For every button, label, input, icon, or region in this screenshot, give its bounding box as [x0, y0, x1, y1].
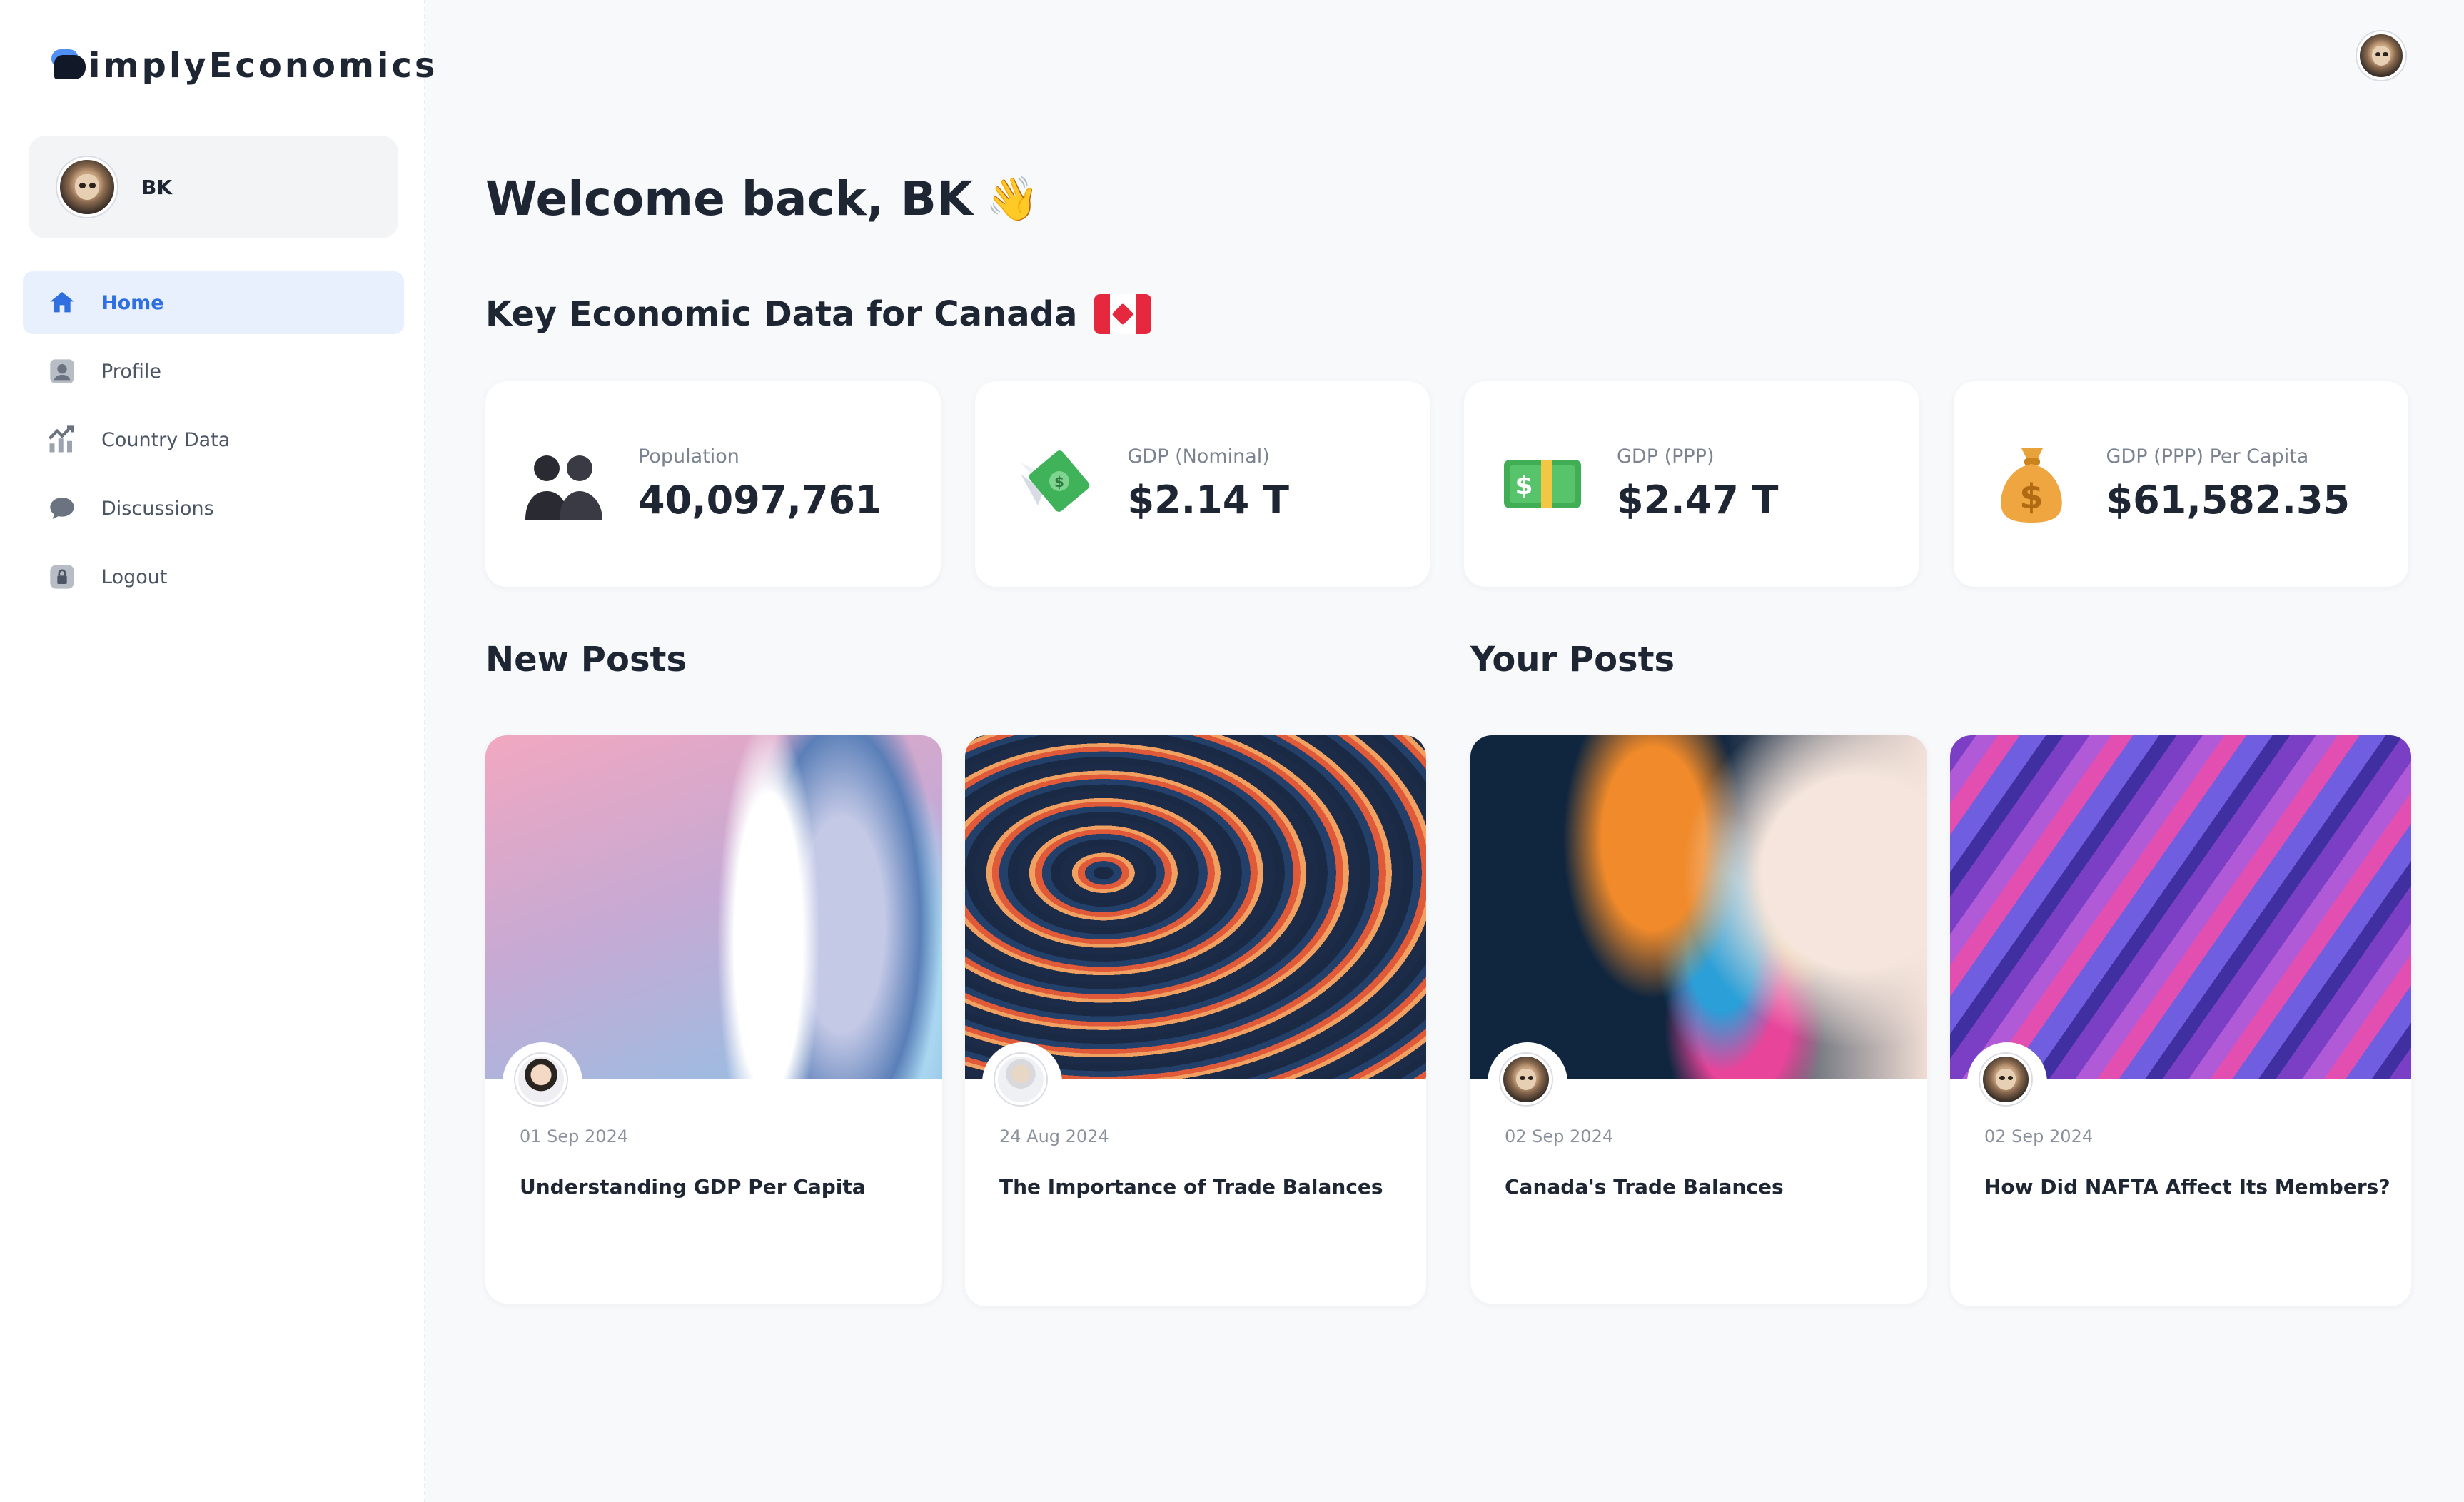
key-data-heading: Key Economic Data for Canada — [485, 294, 1152, 334]
new-posts-heading: New Posts — [485, 640, 687, 680]
sidebar-item-profile[interactable]: Profile — [23, 340, 404, 403]
welcome-text: Welcome back, BK — [485, 171, 974, 226]
post-card[interactable]: 01 Sep 2024 Understanding GDP Per Capita — [485, 735, 942, 1304]
post-cover-image — [485, 735, 942, 1079]
new-posts-list: 01 Sep 2024 Understanding GDP Per Capita… — [485, 735, 1426, 1306]
lock-icon — [47, 562, 77, 592]
your-posts-heading: Your Posts — [1470, 640, 1675, 680]
money-bag-icon: $ — [1989, 441, 2075, 527]
svg-text:$: $ — [1054, 473, 1064, 490]
author-avatar — [515, 1054, 567, 1105]
page-title: Welcome back, BK 👋 — [485, 171, 1039, 226]
post-date: 02 Sep 2024 — [1505, 1126, 1614, 1146]
post-card[interactable]: 24 Aug 2024 The Importance of Trade Bala… — [965, 735, 1426, 1306]
post-title: Understanding GDP Per Capita — [520, 1175, 866, 1199]
money-with-wings-icon: $ — [1011, 441, 1096, 527]
stat-label: GDP (PPP) — [1617, 445, 1715, 468]
post-card[interactable]: 02 Sep 2024 Canada's Trade Balances — [1470, 735, 1927, 1304]
app-logo[interactable]: implyEconomics — [51, 37, 438, 94]
post-title: How Did NAFTA Affect Its Members? — [1984, 1175, 2390, 1199]
sidebar-item-discussions[interactable]: Discussions — [23, 477, 404, 540]
your-posts-list: 02 Sep 2024 Canada's Trade Balances 02 S… — [1470, 735, 2411, 1306]
sidebar-nav: Home Profile Country Data Discussions Lo… — [23, 271, 404, 614]
post-date: 02 Sep 2024 — [1984, 1126, 2094, 1146]
svg-text:$: $ — [2019, 477, 2043, 517]
stat-card-gdp-ppp: $ GDP (PPP) $2.47 T — [1464, 381, 1919, 587]
post-card[interactable]: 02 Sep 2024 How Did NAFTA Affect Its Mem… — [1950, 735, 2411, 1306]
user-name: BK — [141, 175, 173, 199]
post-title: The Importance of Trade Balances — [999, 1175, 1383, 1199]
svg-text:$: $ — [1515, 471, 1533, 500]
stat-card-gdp-ppp-per-capita: $ GDP (PPP) Per Capita $61,582.35 — [1953, 381, 2408, 587]
waving-hand-icon: 👋 — [986, 174, 1039, 224]
user-card[interactable]: BK — [29, 136, 398, 238]
sidebar-item-logout[interactable]: Logout — [23, 545, 404, 608]
stat-card-gdp-nominal: $ GDP (Nominal) $2.14 T — [974, 381, 1430, 587]
chart-icon — [47, 425, 77, 455]
author-avatar — [995, 1054, 1046, 1105]
key-stats: Population 40,097,761 $ GDP (Nominal) $2… — [485, 381, 2408, 587]
stat-label: GDP (Nominal) — [1127, 445, 1270, 468]
dollar-banknote-icon: $ — [1500, 441, 1585, 527]
post-date: 24 Aug 2024 — [999, 1126, 1109, 1146]
stat-value: $2.47 T — [1617, 478, 1779, 523]
sidebar-item-label: Logout — [101, 565, 168, 588]
stat-value: $2.14 T — [1127, 478, 1289, 523]
post-title: Canada's Trade Balances — [1505, 1175, 1784, 1199]
avatar — [57, 157, 117, 217]
post-date: 01 Sep 2024 — [520, 1126, 629, 1146]
post-cover-image — [1470, 735, 1927, 1079]
home-icon — [47, 288, 77, 318]
stat-value: $61,582.35 — [2106, 478, 2351, 523]
sidebar: implyEconomics BK Home Profile Country D… — [0, 0, 435, 1502]
sidebar-item-label: Home — [101, 291, 164, 314]
sidebar-item-label: Country Data — [101, 428, 231, 451]
stat-label: GDP (PPP) Per Capita — [2106, 445, 2309, 468]
stat-label: Population — [638, 445, 739, 468]
stat-card-population: Population 40,097,761 — [485, 381, 941, 587]
logo-text: implyEconomics — [89, 46, 438, 86]
stat-value: 40,097,761 — [638, 478, 882, 523]
canada-flag-icon — [1094, 294, 1152, 334]
chat-bubble-icon — [47, 493, 77, 523]
people-icon — [521, 441, 607, 527]
sidebar-item-country-data[interactable]: Country Data — [23, 408, 404, 471]
post-cover-image — [1950, 735, 2411, 1079]
account-avatar[interactable] — [2357, 31, 2405, 80]
logo-icon — [51, 48, 87, 84]
author-avatar — [1500, 1054, 1552, 1105]
profile-icon — [47, 356, 77, 386]
key-data-title: Key Economic Data for Canada — [485, 294, 1078, 334]
sidebar-item-label: Profile — [101, 360, 161, 383]
author-avatar — [1980, 1054, 2031, 1105]
sidebar-item-label: Discussions — [101, 497, 214, 520]
sidebar-item-home[interactable]: Home — [23, 271, 404, 334]
app-root: implyEconomics BK Home Profile Country D… — [0, 0, 2464, 1502]
post-cover-image — [965, 735, 1426, 1079]
